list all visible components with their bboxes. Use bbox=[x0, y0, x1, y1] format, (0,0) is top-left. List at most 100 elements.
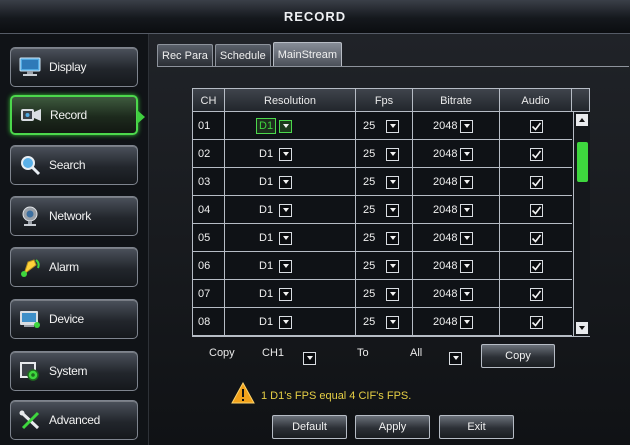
bitrate-value[interactable]: 2048 bbox=[433, 176, 457, 188]
resolution-value[interactable]: D1 bbox=[256, 174, 276, 190]
tab-rec-para[interactable]: Rec Para bbox=[157, 44, 213, 66]
fps-value[interactable]: 25 bbox=[363, 120, 383, 132]
resolution-value[interactable]: D1 bbox=[256, 258, 276, 274]
fps-select[interactable]: 25 bbox=[356, 252, 413, 280]
fps-value[interactable]: 25 bbox=[363, 316, 383, 328]
chevron-down-icon[interactable] bbox=[386, 259, 399, 273]
resolution-select[interactable]: D1 bbox=[225, 168, 356, 196]
bitrate-select[interactable]: 2048 bbox=[413, 224, 500, 252]
chevron-down-icon[interactable] bbox=[279, 315, 293, 329]
audio-checkbox[interactable] bbox=[529, 203, 543, 217]
bitrate-select[interactable]: 2048 bbox=[413, 112, 500, 140]
fps-value[interactable]: 25 bbox=[363, 288, 383, 300]
bitrate-value[interactable]: 2048 bbox=[433, 120, 457, 132]
resolution-value[interactable]: D1 bbox=[256, 230, 276, 246]
fps-value[interactable]: 25 bbox=[363, 204, 383, 216]
bitrate-select[interactable]: 2048 bbox=[413, 196, 500, 224]
copy-from-dropdown[interactable] bbox=[300, 347, 316, 365]
bitrate-value[interactable]: 2048 bbox=[433, 260, 457, 272]
chevron-down-icon[interactable] bbox=[460, 147, 474, 161]
bitrate-select[interactable]: 2048 bbox=[413, 280, 500, 308]
chevron-down-icon[interactable] bbox=[386, 315, 399, 329]
resolution-value[interactable]: D1 bbox=[256, 118, 277, 134]
chevron-down-icon[interactable] bbox=[279, 147, 293, 161]
chevron-down-icon[interactable] bbox=[460, 315, 474, 329]
resolution-value[interactable]: D1 bbox=[256, 146, 276, 162]
bitrate-value[interactable]: 2048 bbox=[433, 148, 457, 160]
sidebar-item-search[interactable]: Search bbox=[10, 145, 138, 185]
resolution-select[interactable]: D1 bbox=[225, 112, 356, 140]
audio-checkbox[interactable] bbox=[529, 259, 543, 273]
sidebar-item-record[interactable]: Record bbox=[10, 95, 145, 135]
bitrate-value[interactable]: 2048 bbox=[433, 288, 457, 300]
sidebar-item-alarm[interactable]: Alarm bbox=[10, 247, 138, 287]
table-scrollbar[interactable] bbox=[573, 112, 590, 336]
sidebar-item-advanced[interactable]: Advanced bbox=[10, 400, 138, 440]
bitrate-select[interactable]: 2048 bbox=[413, 140, 500, 168]
fps-value[interactable]: 25 bbox=[363, 232, 383, 244]
sidebar-item-device[interactable]: Device bbox=[10, 299, 138, 339]
resolution-value[interactable]: D1 bbox=[256, 286, 276, 302]
chevron-down-icon[interactable] bbox=[386, 175, 399, 189]
tab-mainstream[interactable]: MainStream bbox=[272, 42, 343, 66]
resolution-select[interactable]: D1 bbox=[225, 140, 356, 168]
resolution-value[interactable]: D1 bbox=[256, 314, 276, 330]
fps-select[interactable]: 25 bbox=[356, 280, 413, 308]
resolution-select[interactable]: D1 bbox=[225, 308, 356, 336]
audio-checkbox[interactable] bbox=[529, 287, 543, 301]
chevron-down-icon[interactable] bbox=[460, 231, 474, 245]
audio-checkbox[interactable] bbox=[529, 119, 543, 133]
bitrate-select[interactable]: 2048 bbox=[413, 308, 500, 336]
bitrate-value[interactable]: 2048 bbox=[433, 232, 457, 244]
scroll-up-button[interactable] bbox=[576, 114, 588, 126]
bitrate-select[interactable]: 2048 bbox=[413, 252, 500, 280]
chevron-down-icon[interactable] bbox=[386, 147, 399, 161]
fps-select[interactable]: 25 bbox=[356, 140, 413, 168]
copy-to-value[interactable]: All bbox=[410, 347, 422, 359]
resolution-select[interactable]: D1 bbox=[225, 224, 356, 252]
default-button[interactable]: Default bbox=[272, 415, 347, 439]
chevron-down-icon[interactable] bbox=[386, 119, 399, 133]
sidebar-item-display[interactable]: Display bbox=[10, 47, 138, 87]
audio-checkbox[interactable] bbox=[529, 175, 543, 189]
chevron-down-icon[interactable] bbox=[279, 175, 293, 189]
resolution-select[interactable]: D1 bbox=[225, 196, 356, 224]
chevron-down-icon[interactable] bbox=[460, 175, 474, 189]
chevron-down-icon[interactable] bbox=[460, 259, 474, 273]
fps-select[interactable]: 25 bbox=[356, 224, 413, 252]
resolution-select[interactable]: D1 bbox=[225, 280, 356, 308]
fps-value[interactable]: 25 bbox=[363, 148, 383, 160]
audio-checkbox[interactable] bbox=[529, 147, 543, 161]
copy-to-dropdown[interactable] bbox=[446, 347, 462, 365]
chevron-down-icon[interactable] bbox=[386, 231, 399, 245]
copy-button[interactable]: Copy bbox=[481, 344, 555, 368]
fps-value[interactable]: 25 bbox=[363, 176, 383, 188]
fps-select[interactable]: 25 bbox=[356, 112, 413, 140]
chevron-down-icon[interactable] bbox=[460, 287, 474, 301]
audio-checkbox[interactable] bbox=[529, 315, 543, 329]
chevron-down-icon[interactable] bbox=[279, 259, 293, 273]
fps-value[interactable]: 25 bbox=[363, 260, 383, 272]
copy-from-value[interactable]: CH1 bbox=[262, 347, 284, 359]
chevron-down-icon[interactable] bbox=[279, 119, 293, 133]
chevron-down-icon[interactable] bbox=[279, 203, 293, 217]
sidebar-item-system[interactable]: System bbox=[10, 351, 138, 391]
exit-button[interactable]: Exit bbox=[439, 415, 514, 439]
chevron-down-icon[interactable] bbox=[386, 287, 399, 301]
resolution-value[interactable]: D1 bbox=[256, 202, 276, 218]
chevron-down-icon[interactable] bbox=[460, 119, 474, 133]
tab-schedule[interactable]: Schedule bbox=[214, 44, 271, 66]
bitrate-value[interactable]: 2048 bbox=[433, 316, 457, 328]
scroll-down-button[interactable] bbox=[576, 322, 588, 334]
bitrate-select[interactable]: 2048 bbox=[413, 168, 500, 196]
bitrate-value[interactable]: 2048 bbox=[433, 204, 457, 216]
chevron-down-icon[interactable] bbox=[460, 203, 474, 217]
apply-button[interactable]: Apply bbox=[355, 415, 430, 439]
resolution-select[interactable]: D1 bbox=[225, 252, 356, 280]
sidebar-item-network[interactable]: Network bbox=[10, 196, 138, 236]
chevron-down-icon[interactable] bbox=[279, 287, 293, 301]
fps-select[interactable]: 25 bbox=[356, 308, 413, 336]
fps-select[interactable]: 25 bbox=[356, 196, 413, 224]
chevron-down-icon[interactable] bbox=[279, 231, 293, 245]
scroll-thumb[interactable] bbox=[577, 142, 588, 182]
